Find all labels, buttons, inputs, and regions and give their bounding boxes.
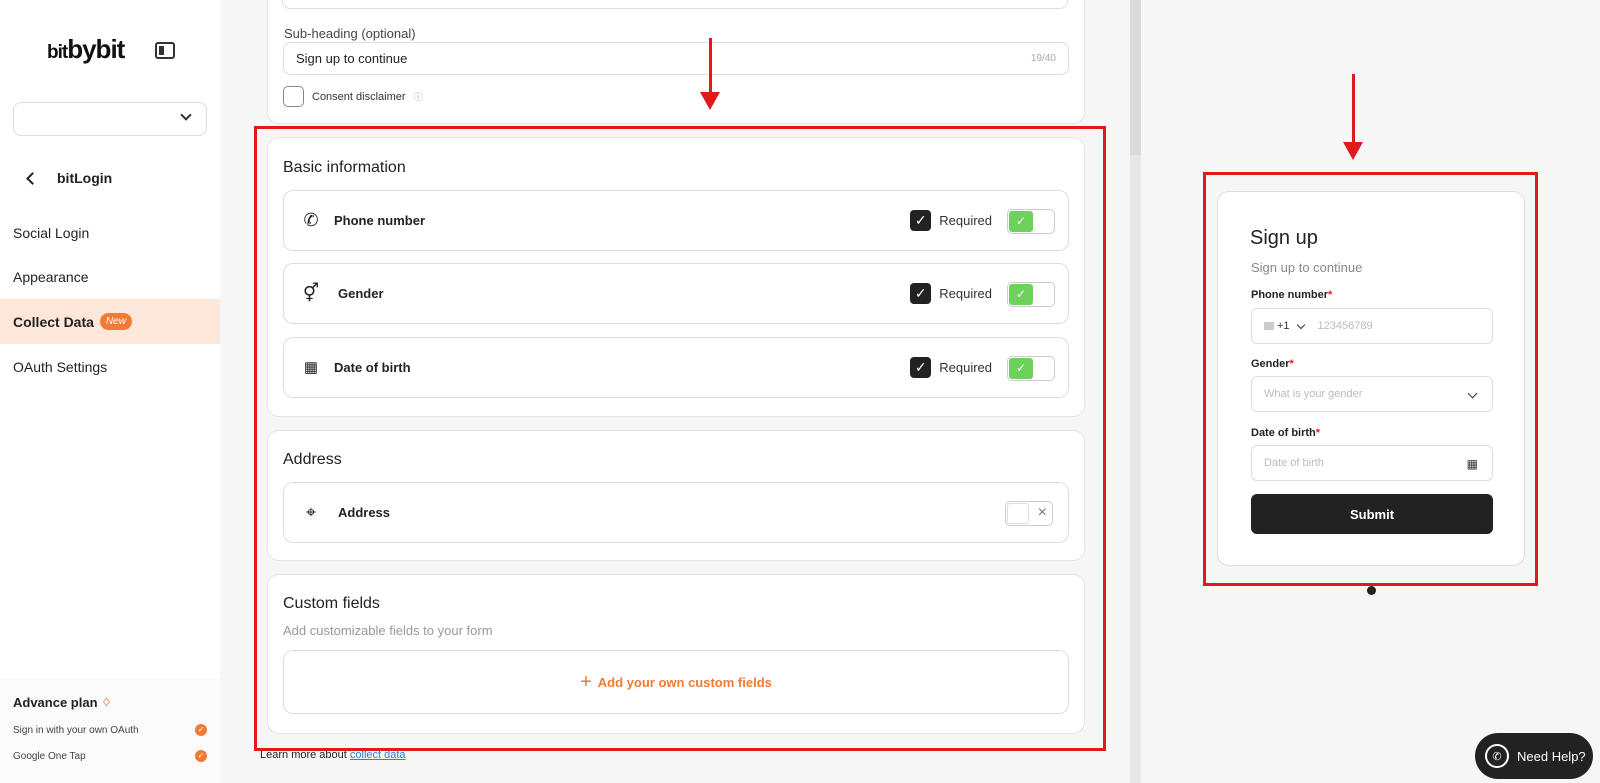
- arrow-down-icon: [1343, 74, 1363, 160]
- custom-fields-card: Custom fields Add customizable fields to…: [267, 574, 1085, 734]
- subheading-input[interactable]: Sign up to continue 19/40: [283, 42, 1069, 75]
- field-row-address: ⌖ Address ×: [283, 482, 1069, 543]
- back-link-label: bitLogin: [57, 170, 113, 186]
- add-custom-field-button[interactable]: + Add your own custom fields: [283, 650, 1069, 714]
- consent-label: Consent disclaimer: [312, 90, 406, 103]
- add-custom-field-label: Add your own custom fields: [597, 674, 772, 690]
- site-select[interactable]: [13, 102, 207, 136]
- need-help-label: Need Help?: [1517, 748, 1586, 764]
- sidebar-toggle-icon[interactable]: [155, 42, 175, 59]
- basic-info-card: Basic information ✆ Phone number ✓ Requir…: [267, 137, 1085, 417]
- required-checkbox[interactable]: ✓: [910, 283, 932, 304]
- need-help-button[interactable]: ✆ Need Help?: [1475, 733, 1593, 779]
- required-checkbox[interactable]: ✓: [910, 357, 932, 378]
- sidebar-item-collect-data[interactable]: Collect Data New: [0, 299, 220, 344]
- address-card: Address ⌖ Address ×: [267, 430, 1085, 561]
- chevron-down-icon: [180, 109, 192, 121]
- calendar-icon: ▦: [303, 359, 319, 376]
- flag-icon: [1264, 322, 1274, 330]
- preview-title: Sign up: [1250, 227, 1318, 249]
- phone-input[interactable]: +1 123456789: [1251, 308, 1493, 344]
- preview-subtitle: Sign up to continue: [1251, 260, 1363, 275]
- chevron-left-icon: [26, 171, 39, 185]
- field-row-dob: ▦ Date of birth ✓ Required ✓: [283, 337, 1069, 398]
- basic-info-title: Basic information: [283, 159, 406, 176]
- enable-toggle[interactable]: ✓: [1007, 282, 1055, 307]
- field-row-gender: ⚥ Gender ✓ Required ✓: [283, 263, 1069, 324]
- check-icon: ✓: [1009, 284, 1033, 305]
- address-title: Address: [283, 451, 342, 468]
- heading-card: Sub-heading (optional) Sign up to contin…: [267, 0, 1085, 124]
- carousel-dot[interactable]: [1367, 586, 1376, 595]
- scrollbar-thumb[interactable]: [1130, 0, 1141, 155]
- plus-icon: +: [580, 670, 592, 693]
- enable-toggle[interactable]: ✓: [1007, 356, 1055, 381]
- back-link[interactable]: bitLogin: [22, 170, 112, 186]
- custom-fields-title: Custom fields: [283, 595, 380, 612]
- sidebar-item-oauth-settings[interactable]: OAuth Settings: [0, 344, 220, 389]
- collect-data-link[interactable]: collect data: [350, 749, 406, 761]
- consent-checkbox[interactable]: [283, 86, 304, 107]
- gender-select[interactable]: What is your gender: [1251, 376, 1493, 412]
- gender-label: Gender*: [1251, 358, 1294, 370]
- phone-label: Phone number*: [1251, 289, 1333, 301]
- custom-fields-subtitle: Add customizable fields to your form: [283, 623, 493, 638]
- field-row-phone: ✆ Phone number ✓ Required ✓: [283, 190, 1069, 251]
- submit-button[interactable]: Submit: [1251, 494, 1493, 534]
- brand-logo: bitbybit: [47, 34, 125, 64]
- check-icon: ✓: [1009, 358, 1033, 379]
- learn-more: Learn more about collect data: [260, 749, 406, 761]
- required-label: Required: [939, 360, 992, 375]
- check-circle-icon: ✓: [195, 750, 207, 762]
- check-circle-icon: ✓: [195, 724, 207, 736]
- plan-panel: Advance plan ♢ Sign in with your own OAut…: [0, 678, 220, 783]
- info-icon[interactable]: ⓘ: [414, 90, 423, 103]
- sidebar-item-appearance[interactable]: Appearance: [0, 254, 220, 299]
- main-content: Sub-heading (optional) Sign up to contin…: [220, 0, 1130, 783]
- field-label: Address: [338, 505, 391, 520]
- diamond-icon: ♢: [101, 697, 112, 709]
- dob-input[interactable]: Date of birth ▦: [1251, 445, 1493, 481]
- required-label: Required: [939, 286, 992, 301]
- field-label: Date of birth: [334, 360, 411, 375]
- field-label: Gender: [338, 286, 384, 301]
- dob-label: Date of birth*: [1251, 427, 1321, 439]
- country-code[interactable]: +1: [1277, 320, 1290, 332]
- location-pin-icon: ⌖: [305, 501, 317, 522]
- new-badge: New: [99, 313, 132, 330]
- char-counter: 19/40: [1030, 53, 1056, 64]
- whatsapp-icon: ✆: [1485, 744, 1509, 768]
- plan-feature: Sign in with your own OAuth ✓: [13, 724, 207, 736]
- plan-title: Advance plan: [13, 695, 98, 710]
- signup-preview: Sign up Sign up to continue Phone number…: [1217, 191, 1525, 566]
- calendar-icon: ▦: [1466, 457, 1478, 471]
- gender-icon: ⚥: [302, 282, 320, 303]
- phone-icon: ✆: [303, 209, 319, 230]
- chevron-down-icon: [1296, 320, 1305, 329]
- chevron-down-icon: [1467, 388, 1478, 399]
- required-checkbox[interactable]: ✓: [910, 210, 932, 231]
- sidebar: bitbybit bitLogin Social Login Appearanc…: [0, 0, 220, 783]
- close-icon: ×: [1037, 504, 1047, 521]
- enable-toggle[interactable]: ×: [1005, 501, 1053, 526]
- arrow-down-icon: [700, 38, 720, 110]
- check-icon: ✓: [1009, 211, 1033, 232]
- required-label: Required: [939, 213, 992, 228]
- plan-feature: Google One Tap ✓: [13, 750, 207, 762]
- enable-toggle[interactable]: ✓: [1007, 209, 1055, 234]
- consent-row: Consent disclaimer ⓘ: [283, 86, 423, 107]
- field-label: Phone number: [334, 213, 426, 228]
- sidebar-item-social-login[interactable]: Social Login: [0, 210, 220, 255]
- heading-input[interactable]: [282, 0, 1068, 9]
- subheading-label: Sub-heading (optional): [284, 26, 416, 41]
